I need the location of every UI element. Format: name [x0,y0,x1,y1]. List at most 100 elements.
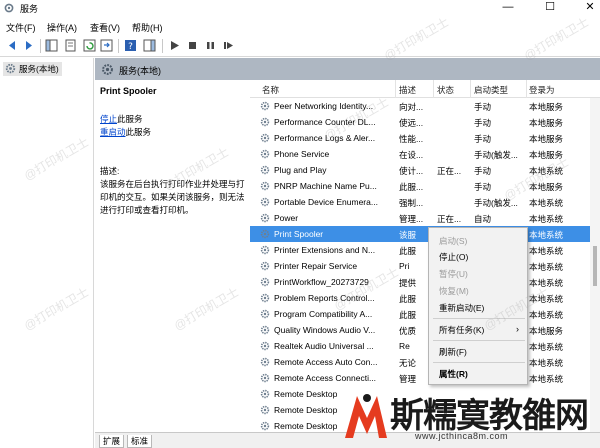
scrollbar-thumb[interactable] [593,246,597,286]
restart-service-link[interactable]: 重启动 [100,127,126,137]
service-startup-cell: 手动 [474,118,492,128]
tab-standard[interactable]: 标准 [127,435,153,448]
tab-extended[interactable]: 扩展 [99,435,125,448]
service-logon-cell: 本地系统 [529,198,564,208]
properties-page-icon[interactable] [64,39,77,52]
service-logon-cell: 本地系统 [529,230,564,240]
service-description-cell: 向对... [399,102,424,112]
service-gear-icon [260,245,270,255]
service-name-cell: PrintWorkflow_20273729 [274,277,369,287]
forward-icon[interactable] [22,39,35,52]
table-row[interactable]: Printer Repair Service Pri 本地系统 [250,258,600,274]
table-row[interactable]: Portable Device Enumera... 强制... 手动(触发... 本… [250,194,600,210]
service-name-cell: Realtek Audio Universal ... [274,341,374,351]
column-header-status[interactable]: 状态 [437,84,454,96]
table-row[interactable]: Performance Counter DL... 使远... 手动 本地服务 [250,114,600,130]
vertical-scrollbar[interactable] [590,98,600,432]
brand-logo-icon [345,394,387,438]
table-row[interactable]: Plug and Play 使计... 正在... 手动 本地系统 [250,162,600,178]
table-row[interactable]: Quality Windows Audio V... 优质 本地服务 [250,322,600,338]
stop-service-link[interactable]: 停止 [100,114,117,124]
service-gear-icon [260,309,270,319]
menu-item-properties[interactable]: 属性(R) [439,368,468,380]
table-row[interactable]: Performance Logs & Aler... 性能... 手动 本地服务 [250,130,600,146]
service-startup-cell: 手动 [474,102,492,112]
menu-item-all-tasks[interactable]: 所有任务(K) [439,324,484,336]
table-row[interactable]: PrintWorkflow_20273729 提供 本地系统 [250,274,600,290]
table-row[interactable]: Printer Extensions and N... 此服 本地系统 [250,242,600,258]
column-header-startup-type[interactable]: 启动类型 [474,84,508,96]
show-action-pane-icon[interactable] [143,39,156,52]
service-logon-cell: 本地系统 [529,294,564,304]
service-gear-icon [260,181,270,191]
close-icon[interactable]: ✕ [570,0,600,16]
table-row[interactable]: Remote Access Auto Con... 无论 本地系统 [250,354,600,370]
pause-service-icon[interactable] [204,39,217,52]
column-header-name[interactable]: 名称 [262,84,279,96]
menu-file[interactable]: 文件(F) [6,21,36,34]
service-startup-cell: 自动 [474,214,492,224]
pane-header: 服务(本地) [95,58,600,80]
maximize-icon[interactable]: ☐ [530,0,570,16]
service-name-cell: Portable Device Enumera... [274,197,378,207]
table-row[interactable]: Remote Access Connecti... 管理 本地系统 [250,370,600,386]
service-description-cell: 使远... [399,118,424,128]
table-row[interactable]: PNRP Machine Name Pu... 此服... 手动 本地服务 [250,178,600,194]
toolbar-divider [162,39,163,53]
svg-text:?: ? [128,42,133,52]
show-tree-icon[interactable] [45,39,58,52]
table-row[interactable]: Program Compatibility A... 此服 本地系统 [250,306,600,322]
restart-service-line: 重启动此服务 [100,126,151,138]
table-row[interactable]: Problem Reports Control... 此服 本地系统 [250,290,600,306]
service-gear-icon [260,165,270,175]
column-header-log-on-as[interactable]: 登录为 [529,84,555,96]
services-app-icon [4,3,14,13]
service-description-cell: 管理... [399,214,424,224]
service-logon-cell: 本地服务 [529,118,564,128]
help-icon[interactable]: ? [124,39,137,52]
service-description-cell: 强制... [399,198,424,208]
service-logon-cell: 本地系统 [529,262,564,272]
table-row[interactable]: Power 管理... 正在... 自动 本地系统 [250,210,600,226]
service-gear-icon [260,229,270,239]
menu-action[interactable]: 操作(A) [47,21,77,34]
table-row[interactable]: Print Spooler 该服 本地系统 [250,226,600,242]
export-list-icon[interactable] [100,39,113,52]
menu-bar: 文件(F) 操作(A) 查看(V) 帮助(H) [0,17,600,35]
service-gear-icon [260,117,270,127]
service-description-cell: 在设... [399,150,424,160]
menu-item-refresh[interactable]: 刷新(F) [439,346,467,358]
service-gear-icon [260,405,270,415]
menu-item-resume: 恢复(M) [439,286,469,296]
restart-service-icon[interactable] [222,39,235,52]
menu-item-stop[interactable]: 停止(O) [439,251,468,263]
restart-link-suffix: 此服务 [125,127,152,137]
table-row[interactable]: Phone Service 在设... 手动(触发... 本地服务 [250,146,600,162]
service-name-cell: Printer Repair Service [274,261,358,271]
menu-help[interactable]: 帮助(H) [132,21,163,34]
service-name-cell: Problem Reports Control... [274,293,375,303]
menu-item-restart[interactable]: 重新启动(E) [439,302,484,314]
tree-item-services-local[interactable]: 服务(本地) [3,62,62,76]
title-bar: 服务 — ☐ ✕ [0,0,600,16]
start-service-icon[interactable] [168,39,181,52]
service-name-cell: Performance Counter DL... [274,117,376,127]
brand-url: www.jcthinca8m.com [415,431,509,441]
stop-service-icon[interactable] [186,39,199,52]
minimize-icon[interactable]: — [488,0,528,16]
column-divider[interactable] [470,80,471,98]
service-gear-icon [260,293,270,303]
gear-icon [5,63,16,74]
service-name-cell: Printer Extensions and N... [274,245,376,255]
column-divider[interactable] [395,80,396,98]
table-row[interactable]: Peer Networking Identity... 向对... 手动 本地服务 [250,98,600,114]
column-divider[interactable] [526,80,527,98]
column-header-description[interactable]: 描述 [399,84,416,96]
table-row[interactable]: Realtek Audio Universal ... Re 本地系统 [250,338,600,354]
selected-service-name: Print Spooler [100,86,157,96]
column-divider[interactable] [433,80,434,98]
menu-view[interactable]: 查看(V) [90,21,120,34]
stop-service-line: 停止此服务 [100,113,143,125]
back-icon[interactable] [6,39,19,52]
refresh-icon[interactable] [83,39,96,52]
